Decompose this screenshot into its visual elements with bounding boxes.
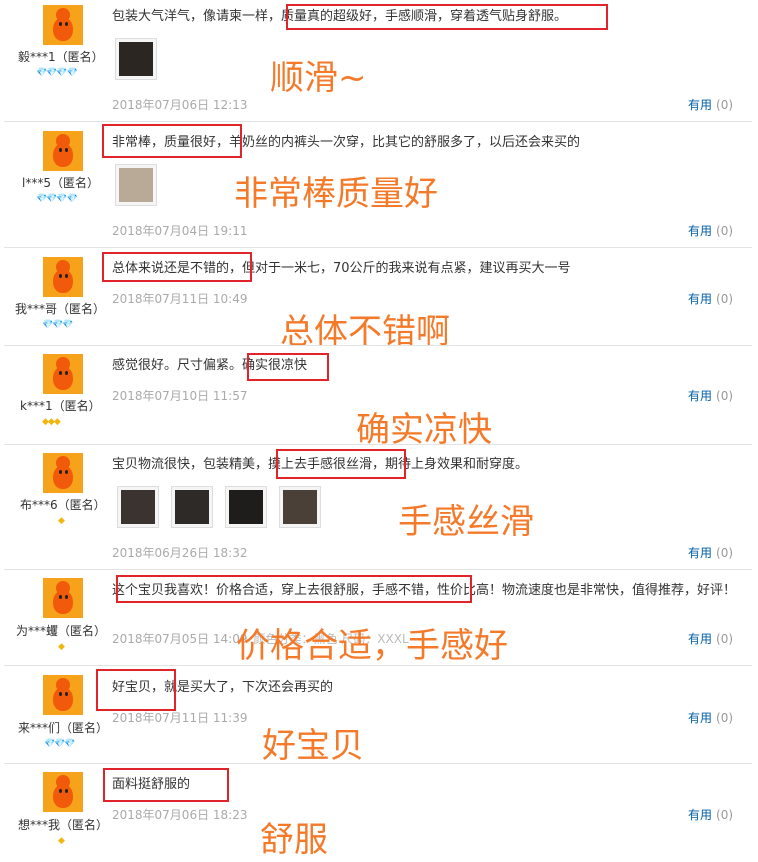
useful-count: (0) (716, 546, 734, 560)
annotation-text: 好宝贝 (262, 726, 364, 766)
avatar[interactable] (43, 772, 83, 812)
useful-label[interactable]: 有用 (688, 711, 712, 725)
avatar[interactable] (43, 453, 83, 493)
highlight-box (102, 252, 252, 282)
highlight-box (116, 575, 472, 603)
useful-button[interactable]: 有用 (0) (688, 96, 733, 113)
review-photo-thumbnail[interactable] (279, 486, 321, 528)
user-level-badge: 💎💎💎💎 (36, 68, 78, 78)
reviewer-name: 为***蠼（匿名） (16, 624, 107, 638)
useful-label[interactable]: 有用 (688, 808, 712, 822)
user-level-badge: 💎💎💎 (42, 320, 74, 330)
useful-button[interactable]: 有用 (0) (688, 630, 733, 647)
annotation-text: 非常棒质量好 (234, 174, 438, 214)
reviewer-name: k***1（匿名） (20, 399, 101, 413)
review-date: 2018年07月11日 11:39 (112, 711, 248, 725)
highlight-box (96, 669, 176, 711)
highlight-box (102, 124, 242, 158)
review-date: 2018年07月06日 12:13 (112, 98, 248, 112)
review-date: 2018年07月10日 11:57 (112, 389, 248, 403)
user-level-badge: ◆◆◆ (42, 417, 61, 427)
useful-count: (0) (716, 292, 734, 306)
avatar[interactable] (43, 5, 83, 45)
useful-label[interactable]: 有用 (688, 546, 712, 560)
review-photo-thumbnail[interactable] (225, 486, 267, 528)
annotation-text: 总体不错啊 (280, 312, 450, 352)
review-divider (4, 763, 752, 764)
useful-count: (0) (716, 98, 734, 112)
useful-count: (0) (716, 808, 734, 822)
useful-count: (0) (716, 711, 734, 725)
review-date: 2018年07月04日 19:11 (112, 224, 248, 238)
useful-label[interactable]: 有用 (688, 292, 712, 306)
useful-button[interactable]: 有用 (0) (688, 709, 733, 726)
annotation-text: 舒服 (260, 820, 328, 860)
reviewer-name: l***5（匿名） (22, 176, 99, 190)
user-level-badge: 💎💎💎 (44, 739, 76, 749)
useful-count: (0) (716, 632, 734, 646)
annotation-text: 手感丝滑 (398, 502, 534, 542)
reviewer-name: 布***6（匿名） (20, 498, 106, 512)
useful-label[interactable]: 有用 (688, 632, 712, 646)
useful-label[interactable]: 有用 (688, 98, 712, 112)
user-level-badge: ◆ (58, 836, 65, 846)
user-level-badge: ◆ (58, 516, 65, 526)
avatar[interactable] (43, 131, 83, 171)
highlight-box (286, 4, 608, 30)
review-photo-thumbnail[interactable] (115, 38, 157, 80)
review-divider (4, 247, 752, 248)
highlight-box (276, 449, 406, 479)
review-divider (4, 444, 752, 445)
useful-count: (0) (716, 389, 734, 403)
avatar[interactable] (43, 675, 83, 715)
useful-button[interactable]: 有用 (0) (688, 387, 733, 404)
user-level-badge: ◆ (58, 642, 65, 652)
review-date: 2018年07月06日 18:23 (112, 808, 248, 822)
useful-button[interactable]: 有用 (0) (688, 544, 733, 561)
review-photo-thumbnail[interactable] (117, 486, 159, 528)
avatar[interactable] (43, 257, 83, 297)
review-divider (4, 121, 752, 122)
useful-button[interactable]: 有用 (0) (688, 806, 733, 823)
review-photo-thumbnail[interactable] (171, 486, 213, 528)
review-divider (4, 345, 752, 346)
highlight-box (103, 768, 229, 802)
highlight-box (247, 353, 329, 381)
avatar[interactable] (43, 578, 83, 618)
review-divider (4, 665, 752, 666)
user-level-badge: 💎💎💎💎 (36, 194, 78, 204)
review-photo-thumbnail[interactable] (115, 164, 157, 206)
annotation-text: 顺滑~ (270, 58, 367, 98)
useful-button[interactable]: 有用 (0) (688, 222, 733, 239)
reviewer-name: 我***哥（匿名） (15, 302, 106, 316)
reviewer-name: 想***我（匿名） (18, 818, 109, 832)
useful-label[interactable]: 有用 (688, 224, 712, 238)
review-date: 2018年06月26日 18:32 (112, 546, 248, 560)
reviewer-name: 毅***1（匿名） (18, 50, 104, 64)
annotation-text: 价格合适，手感好 (236, 626, 508, 666)
avatar[interactable] (43, 354, 83, 394)
reviewer-name: 来***们（匿名） (18, 721, 109, 735)
review-divider (4, 569, 752, 570)
useful-count: (0) (716, 224, 734, 238)
useful-button[interactable]: 有用 (0) (688, 290, 733, 307)
review-date: 2018年07月11日 10:49 (112, 292, 248, 306)
review-date-value: 2018年07月05日 14:09 (112, 632, 248, 646)
useful-label[interactable]: 有用 (688, 389, 712, 403)
